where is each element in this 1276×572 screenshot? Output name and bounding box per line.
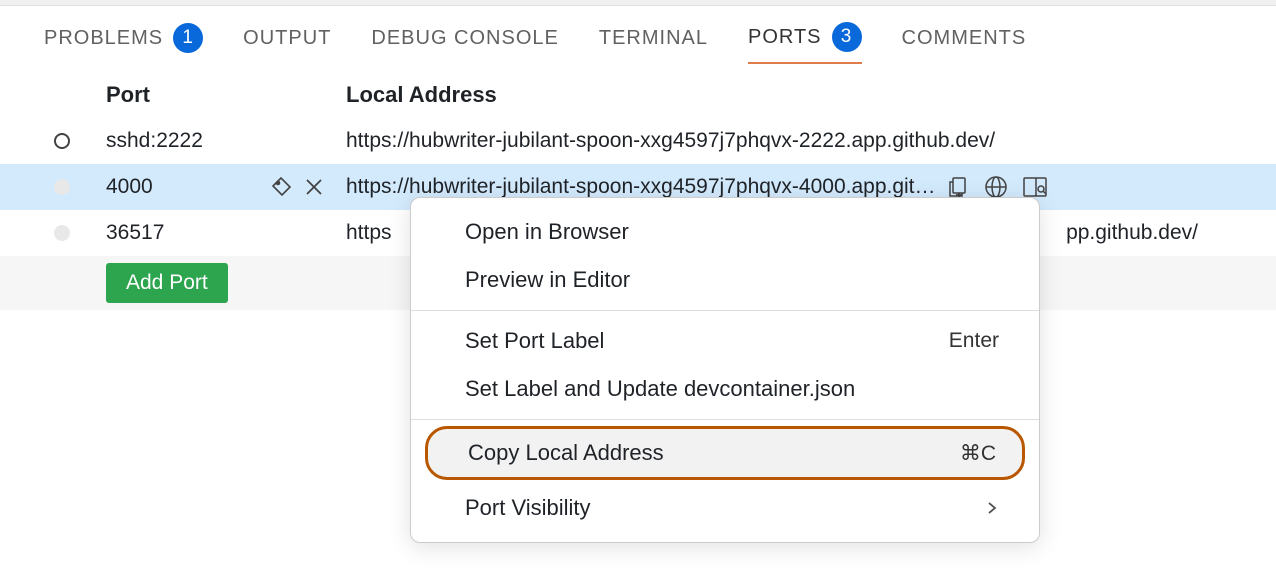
close-icon[interactable] — [304, 177, 324, 197]
add-port-button[interactable]: Add Port — [106, 263, 228, 303]
tab-problems-label: PROBLEMS — [44, 27, 163, 50]
menu-divider — [411, 419, 1039, 420]
tab-comments-label: COMMENTS — [902, 27, 1027, 50]
port-cell: 4000 — [106, 175, 346, 199]
menu-item-label: Open in Browser — [465, 219, 629, 245]
tab-output[interactable]: OUTPUT — [243, 27, 331, 60]
tab-output-label: OUTPUT — [243, 27, 331, 50]
menu-item-label: Copy Local Address — [468, 440, 664, 466]
port-value: 4000 — [106, 175, 153, 199]
tab-ports[interactable]: PORTS 3 — [748, 22, 862, 64]
circle-filled-icon — [54, 225, 70, 241]
port-cell: sshd:2222 — [106, 129, 346, 153]
menu-shortcut: Enter — [949, 329, 999, 353]
tab-debug-label: DEBUG CONSOLE — [371, 27, 558, 50]
header-local-address: Local Address — [346, 82, 1276, 108]
menu-item-label: Preview in Editor — [465, 267, 630, 293]
port-cell: 36517 — [106, 221, 346, 245]
port-status-icon — [50, 225, 106, 241]
menu-open-in-browser[interactable]: Open in Browser — [411, 208, 1039, 256]
preview-icon[interactable] — [1022, 175, 1048, 199]
address-value: https://hubwriter-jubilant-spoon-xxg4597… — [346, 129, 995, 153]
context-menu: Open in Browser Preview in Editor Set Po… — [410, 197, 1040, 543]
port-value: 36517 — [106, 221, 164, 245]
menu-item-label: Set Label and Update devcontainer.json — [465, 376, 855, 402]
menu-item-label: Port Visibility — [465, 495, 591, 521]
copy-icon[interactable] — [946, 175, 970, 199]
panel-tabs: PROBLEMS 1 OUTPUT DEBUG CONSOLE TERMINAL… — [0, 6, 1276, 64]
address-cell: https://hubwriter-jubilant-spoon-xxg4597… — [346, 129, 1276, 153]
address-value-suffix: pp.github.dev/ — [1066, 221, 1198, 245]
menu-divider — [411, 310, 1039, 311]
menu-item-label: Set Port Label — [465, 328, 604, 354]
circle-outline-icon — [54, 133, 70, 149]
tab-terminal-label: TERMINAL — [599, 27, 708, 50]
menu-copy-local-address[interactable]: Copy Local Address ⌘C — [425, 426, 1025, 480]
tab-comments[interactable]: COMMENTS — [902, 27, 1027, 60]
menu-preview-in-editor[interactable]: Preview in Editor — [411, 256, 1039, 304]
port-status-icon — [50, 179, 106, 195]
tab-problems[interactable]: PROBLEMS 1 — [44, 23, 203, 63]
port-status-icon — [50, 133, 106, 149]
chevron-right-icon — [985, 501, 999, 515]
address-value-prefix: https — [346, 221, 392, 245]
tab-debug-console[interactable]: DEBUG CONSOLE — [371, 27, 558, 60]
tab-ports-label: PORTS — [748, 26, 822, 49]
menu-port-visibility[interactable]: Port Visibility — [411, 484, 1039, 532]
tab-terminal[interactable]: TERMINAL — [599, 27, 708, 60]
globe-icon[interactable] — [984, 175, 1008, 199]
ports-badge: 3 — [832, 22, 862, 52]
circle-filled-icon — [54, 179, 70, 195]
menu-set-port-label[interactable]: Set Port Label Enter — [411, 317, 1039, 365]
header-port: Port — [106, 82, 346, 108]
address-cell: https://hubwriter-jubilant-spoon-xxg4597… — [346, 175, 1276, 199]
table-row[interactable]: sshd:2222 https://hubwriter-jubilant-spo… — [0, 118, 1276, 164]
menu-shortcut: ⌘C — [960, 441, 996, 466]
label-icon[interactable] — [270, 175, 294, 199]
problems-badge: 1 — [173, 23, 203, 53]
menu-set-label-update-devcontainer[interactable]: Set Label and Update devcontainer.json — [411, 365, 1039, 413]
port-value: sshd:2222 — [106, 129, 203, 153]
address-value: https://hubwriter-jubilant-spoon-xxg4597… — [346, 175, 936, 199]
ports-table-header: Port Local Address — [0, 64, 1276, 118]
